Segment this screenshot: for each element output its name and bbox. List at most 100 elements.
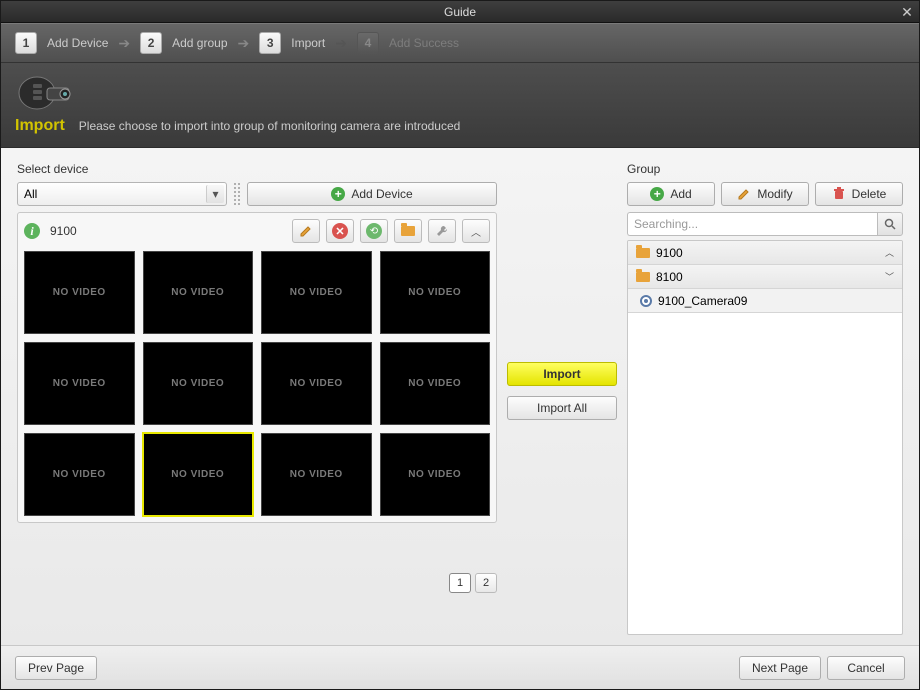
close-button[interactable]: ✕ bbox=[899, 4, 915, 20]
camera-thumb[interactable]: NO VIDEO bbox=[143, 342, 254, 425]
search-button[interactable] bbox=[877, 212, 903, 236]
step-2-label: Add group bbox=[172, 36, 227, 50]
device-header: i 9100 ✕ ⟲ bbox=[24, 219, 490, 243]
import-label: Import bbox=[543, 367, 580, 381]
no-video-label: NO VIDEO bbox=[171, 469, 224, 480]
edit-device-button[interactable] bbox=[292, 219, 320, 243]
add-device-label: Add Device bbox=[351, 187, 412, 201]
camera-thumb[interactable]: NO VIDEO bbox=[380, 433, 491, 516]
x-icon: ✕ bbox=[332, 223, 348, 239]
plus-icon: + bbox=[650, 187, 664, 201]
no-video-label: NO VIDEO bbox=[53, 287, 106, 298]
group-panel: Group + Add Modify Delete bbox=[627, 162, 903, 635]
add-label: Add bbox=[670, 187, 691, 201]
import-all-button[interactable]: Import All bbox=[507, 396, 617, 420]
group-row-9100[interactable]: 9100 ︿ bbox=[628, 241, 902, 265]
arrow-icon: ➔ bbox=[335, 35, 347, 52]
camera-thumb[interactable]: NO VIDEO bbox=[143, 433, 254, 516]
page-description: Please choose to import into group of mo… bbox=[79, 119, 461, 133]
cancel-button[interactable]: Cancel bbox=[827, 656, 905, 680]
step-1-label: Add Device bbox=[47, 36, 108, 50]
folder-icon bbox=[636, 272, 650, 282]
camera-thumb[interactable]: NO VIDEO bbox=[380, 342, 491, 425]
group-label: Group bbox=[627, 162, 903, 176]
titlebar: Guide ✕ bbox=[1, 1, 919, 23]
close-icon: ✕ bbox=[901, 4, 913, 21]
window-title: Guide bbox=[444, 5, 476, 19]
delete-group-button[interactable]: Delete bbox=[815, 182, 903, 206]
arrow-icon: ➔ bbox=[238, 35, 250, 52]
folder-icon bbox=[636, 248, 650, 258]
arrow-icon: ➔ bbox=[118, 35, 130, 52]
page-title: Import bbox=[15, 117, 65, 135]
no-video-label: NO VIDEO bbox=[53, 378, 106, 389]
add-device-button[interactable]: + Add Device bbox=[247, 182, 497, 206]
step-3-label: Import bbox=[291, 36, 325, 50]
page-1-button[interactable]: 1 bbox=[449, 573, 471, 593]
settings-device-button[interactable] bbox=[428, 219, 456, 243]
import-all-label: Import All bbox=[537, 401, 587, 415]
group-name: 9100 bbox=[656, 246, 683, 260]
camera-icon bbox=[640, 295, 652, 307]
page-2-button[interactable]: 2 bbox=[475, 573, 497, 593]
import-button[interactable]: Import bbox=[507, 362, 617, 386]
select-device-label: Select device bbox=[17, 162, 497, 176]
device-name: 9100 bbox=[46, 224, 286, 238]
camera-name: 9100_Camera09 bbox=[658, 294, 747, 308]
device-filter-dropdown[interactable]: All ▾ bbox=[17, 182, 227, 206]
chevron-down-icon: ﹀ bbox=[885, 270, 894, 283]
camera-icon bbox=[15, 73, 75, 113]
remove-device-button[interactable]: ✕ bbox=[326, 219, 354, 243]
no-video-label: NO VIDEO bbox=[171, 287, 224, 298]
prev-label: Prev Page bbox=[28, 661, 84, 675]
camera-thumb[interactable]: NO VIDEO bbox=[24, 433, 135, 516]
step-4-badge: 4 bbox=[357, 32, 379, 54]
pencil-icon bbox=[299, 224, 313, 238]
device-filter-value: All bbox=[24, 187, 37, 201]
no-video-label: NO VIDEO bbox=[408, 378, 461, 389]
no-video-label: NO VIDEO bbox=[290, 287, 343, 298]
no-video-label: NO VIDEO bbox=[290, 378, 343, 389]
modify-label: Modify bbox=[757, 187, 792, 201]
camera-thumb[interactable]: NO VIDEO bbox=[261, 251, 372, 334]
camera-thumb[interactable]: NO VIDEO bbox=[261, 342, 372, 425]
guide-window: Guide ✕ 1 Add Device ➔ 2 Add group ➔ 3 I… bbox=[0, 0, 920, 690]
footer: Prev Page Next Page Cancel bbox=[1, 645, 919, 689]
camera-thumb[interactable]: NO VIDEO bbox=[380, 251, 491, 334]
no-video-label: NO VIDEO bbox=[408, 469, 461, 480]
chevron-up-icon: ︿ bbox=[471, 224, 481, 239]
wrench-icon bbox=[435, 224, 449, 238]
camera-thumb[interactable]: NO VIDEO bbox=[24, 342, 135, 425]
delete-label: Delete bbox=[852, 187, 887, 201]
prev-page-button[interactable]: Prev Page bbox=[15, 656, 97, 680]
chevron-up-icon: ︿ bbox=[885, 246, 894, 259]
modify-group-button[interactable]: Modify bbox=[721, 182, 809, 206]
chevron-down-icon: ▾ bbox=[206, 185, 224, 203]
trash-icon bbox=[832, 187, 846, 201]
camera-thumb[interactable]: NO VIDEO bbox=[24, 251, 135, 334]
step-4-label: Add Success bbox=[389, 36, 459, 50]
group-name: 8100 bbox=[656, 270, 683, 284]
group-item-camera[interactable]: 9100_Camera09 bbox=[628, 289, 902, 313]
refresh-device-button[interactable]: ⟲ bbox=[360, 219, 388, 243]
add-group-button[interactable]: + Add bbox=[627, 182, 715, 206]
group-row-8100[interactable]: 8100 ﹀ bbox=[628, 265, 902, 289]
no-video-label: NO VIDEO bbox=[53, 469, 106, 480]
camera-thumb[interactable]: NO VIDEO bbox=[261, 433, 372, 516]
camera-thumb[interactable]: NO VIDEO bbox=[143, 251, 254, 334]
cancel-label: Cancel bbox=[847, 661, 884, 675]
collapse-device-button[interactable]: ︿ bbox=[462, 219, 490, 243]
group-tree: 9100 ︿ 8100 ﹀ 9100_Camera09 bbox=[627, 240, 903, 635]
open-folder-button[interactable] bbox=[394, 219, 422, 243]
wizard-steps: 1 Add Device ➔ 2 Add group ➔ 3 Import ➔ … bbox=[1, 23, 919, 63]
thumbnail-pager: 1 2 bbox=[17, 573, 497, 593]
step-1-badge: 1 bbox=[15, 32, 37, 54]
search-icon bbox=[884, 218, 896, 230]
main-area: Select device All ▾ + Add Device i 9100 bbox=[1, 148, 919, 645]
camera-thumbnails: NO VIDEO NO VIDEO NO VIDEO NO VIDEO NO V… bbox=[24, 251, 490, 516]
search-input[interactable] bbox=[627, 212, 877, 236]
pencil-icon bbox=[737, 187, 751, 201]
next-page-button[interactable]: Next Page bbox=[739, 656, 821, 680]
resize-handle[interactable] bbox=[233, 182, 241, 206]
group-toolbar: + Add Modify Delete bbox=[627, 182, 903, 206]
